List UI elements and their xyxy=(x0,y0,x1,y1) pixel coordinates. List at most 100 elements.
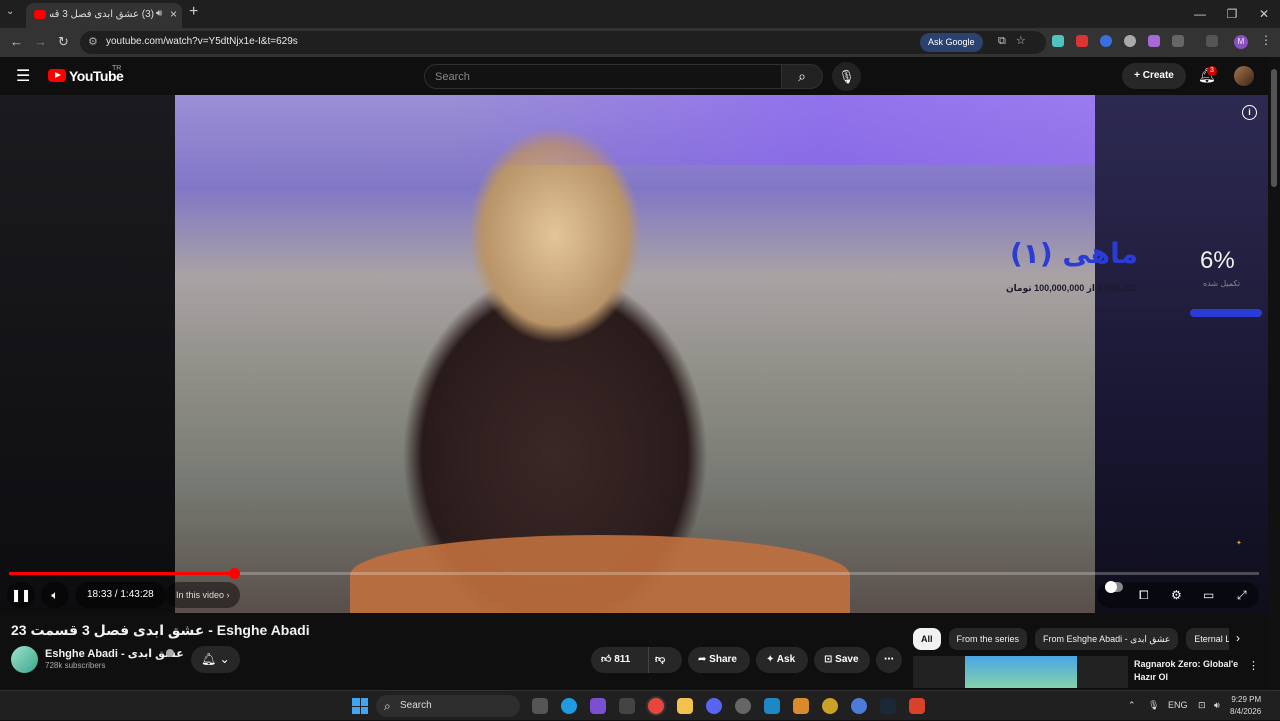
app-clock-icon[interactable] xyxy=(735,698,751,714)
account-avatar[interactable] xyxy=(1234,66,1254,86)
app-cube-icon[interactable] xyxy=(619,698,635,714)
file-explorer-icon[interactable] xyxy=(677,698,693,714)
chapter-button[interactable]: In this video › xyxy=(166,582,240,608)
browser-menu-icon[interactable]: ⋮ xyxy=(1260,33,1272,47)
tray-network-icon[interactable]: ⊡ xyxy=(1198,700,1206,711)
tray-mic-icon[interactable]: 🎙︎ xyxy=(1148,700,1159,711)
volume-icon[interactable]: 🔈︎ xyxy=(41,582,69,608)
close-window-icon[interactable]: ✕ xyxy=(1248,0,1280,28)
settings-gear-icon[interactable]: ⚙︎ xyxy=(1171,582,1182,608)
url-text[interactable]: youtube.com/watch?v=Y5dtNjx1e-I&t=629s xyxy=(106,36,298,47)
extension-translate-icon[interactable] xyxy=(1052,35,1064,47)
windows-start-icon[interactable] xyxy=(352,698,368,714)
chrome-icon[interactable] xyxy=(648,698,664,714)
taskbar-clock[interactable]: 9:29 PM 8/4/2026 xyxy=(1230,694,1261,718)
ask-google-button[interactable]: Ask Google xyxy=(920,33,983,52)
channel-watermark-icon[interactable]: ✦ xyxy=(1236,539,1242,547)
extension-puzzle-icon[interactable] xyxy=(1148,35,1160,47)
app-m-icon[interactable] xyxy=(793,698,809,714)
app-coin-icon[interactable] xyxy=(822,698,838,714)
browser-profile-avatar[interactable]: M xyxy=(1234,35,1248,49)
browser-tab[interactable]: (3) عشق ابدی فصل 3 قسمت 🔊︎ × xyxy=(26,3,182,28)
pause-icon[interactable]: ❚❚ xyxy=(7,582,35,608)
reading-list-icon[interactable] xyxy=(1206,35,1218,47)
recommendation-more-icon[interactable]: ⋮ xyxy=(1248,659,1259,672)
edge-icon[interactable] xyxy=(561,698,577,714)
app-r-icon[interactable] xyxy=(590,698,606,714)
site-info-icon[interactable]: ⚙︎ xyxy=(88,35,98,48)
input-language[interactable]: ENG xyxy=(1168,700,1188,710)
extension-cast-icon[interactable] xyxy=(1076,35,1088,47)
subtitles-icon[interactable]: ⧠ xyxy=(1139,582,1149,608)
subscription-bell-button[interactable]: 🔔︎ ⌄ xyxy=(191,646,240,673)
progress-bar[interactable] xyxy=(9,568,1259,579)
address-bar[interactable]: ⚙︎ youtube.com/watch?v=Y5dtNjx1e-I&t=629… xyxy=(80,31,1046,54)
tab-audio-icon[interactable]: 🔊︎ xyxy=(156,8,162,19)
search-box xyxy=(424,64,782,89)
progress-played xyxy=(9,572,234,575)
restore-icon[interactable]: ❐ xyxy=(1216,0,1248,28)
taskbar-search[interactable]: Search xyxy=(376,695,520,717)
donation-overlay-percent: 6% xyxy=(1200,247,1235,274)
app-orange-icon[interactable] xyxy=(909,698,925,714)
app-check-icon[interactable] xyxy=(764,698,780,714)
channel-avatar[interactable] xyxy=(11,646,38,673)
tray-overflow-icon[interactable]: ⌃ xyxy=(1128,700,1136,711)
chip-from-channel[interactable]: From Eshghe Abadi - عشق ابدی xyxy=(1035,628,1179,650)
share-button[interactable]: ➦ Share xyxy=(688,647,750,673)
hamburger-menu-icon[interactable]: ☰ xyxy=(16,66,30,86)
fullscreen-icon[interactable]: ⤢ xyxy=(1237,582,1247,608)
dislike-button[interactable]: 👎︎ xyxy=(648,647,682,673)
recommendation-thumbnail[interactable] xyxy=(913,656,1128,688)
bookmark-star-icon[interactable]: ☆ xyxy=(1016,35,1026,47)
video-side-right xyxy=(1095,95,1268,613)
minimize-icon[interactable]: — xyxy=(1184,0,1216,28)
extensions-menu-icon[interactable] xyxy=(1172,35,1184,47)
install-app-icon[interactable]: ⧉ xyxy=(998,35,1006,47)
notification-count-badge: 3 xyxy=(1207,66,1217,76)
scrollbar-thumb[interactable] xyxy=(1271,69,1277,187)
progress-scrubber-handle[interactable] xyxy=(229,568,240,579)
back-arrow-icon[interactable]: ← xyxy=(10,34,23,49)
chip-from-series[interactable]: From the series xyxy=(948,628,1028,650)
theater-mode-icon[interactable]: ▭ xyxy=(1203,582,1214,608)
new-tab-button[interactable]: + xyxy=(189,3,198,21)
recommendation-thumbnail-image xyxy=(965,656,1077,688)
windows-taskbar: Search ⌃ 🎙︎ ENG ⊡ 🔊︎ 9:29 PM 8/4/2026 xyxy=(0,690,1280,720)
youtube-logo-icon[interactable] xyxy=(48,69,66,82)
discord-icon[interactable] xyxy=(706,698,722,714)
channel-name[interactable]: Eshghe Abadi - عشق ابدی xyxy=(45,647,184,660)
chip-eternal[interactable]: Eternal L xyxy=(1186,628,1229,650)
video-info-icon[interactable]: i xyxy=(1242,105,1257,120)
tab-search-icon[interactable]: ⌄ xyxy=(6,6,14,17)
recommendation-title[interactable]: Ragnarok Zero: Global'e Hazır Ol xyxy=(1134,658,1242,684)
create-label: Create xyxy=(1142,70,1174,81)
page-scrollbar[interactable] xyxy=(1268,57,1280,690)
voice-search-mic-icon[interactable]: 🎙︎ xyxy=(832,62,861,91)
video-purple-light xyxy=(175,95,1095,165)
tab-close-icon[interactable]: × xyxy=(170,7,177,21)
steam-icon[interactable] xyxy=(880,698,896,714)
create-button[interactable]: + Create xyxy=(1122,63,1186,89)
extension-icons xyxy=(1052,35,1218,47)
more-actions-icon[interactable]: ⋯ xyxy=(876,647,902,673)
ask-button[interactable]: ✦ Ask xyxy=(756,647,808,673)
extension-vpn-icon[interactable] xyxy=(1100,35,1112,47)
task-view-icon[interactable] xyxy=(532,698,548,714)
chips-next-arrow-icon[interactable]: › xyxy=(1236,631,1240,645)
save-button[interactable]: ⊡ Save xyxy=(814,647,870,673)
reload-icon[interactable]: ↻ xyxy=(58,34,69,50)
search-button[interactable]: ⌕ xyxy=(781,64,823,89)
video-title: عشق ابدی فصل 3 قسمت 23 - Eshghe Abadi xyxy=(11,622,310,638)
forward-arrow-icon[interactable]: → xyxy=(34,34,47,49)
youtube-favicon-icon xyxy=(34,10,46,19)
donation-overlay-bar xyxy=(1190,309,1262,317)
extension-incognito-icon[interactable] xyxy=(1124,35,1136,47)
app-globe-icon[interactable] xyxy=(851,698,867,714)
player-right-controls: ⧠ ⚙︎ ▭ ⤢ xyxy=(1097,581,1259,608)
tray-volume-icon[interactable]: 🔊︎ xyxy=(1214,700,1220,711)
chip-all[interactable]: All xyxy=(913,628,941,650)
video-player[interactable]: i ماهی (۱) 6,093,222 از 100,000,000 توما… xyxy=(0,95,1268,613)
autoplay-toggle[interactable] xyxy=(1105,581,1123,593)
search-input[interactable] xyxy=(425,65,781,88)
